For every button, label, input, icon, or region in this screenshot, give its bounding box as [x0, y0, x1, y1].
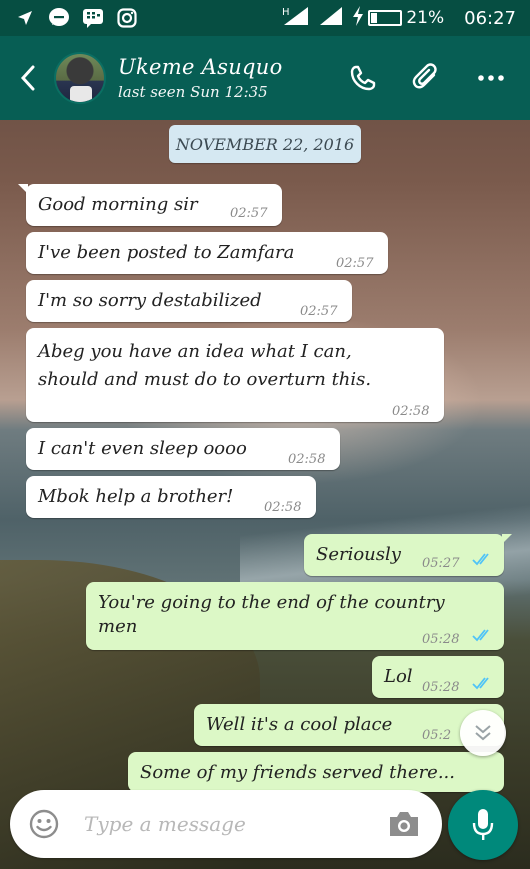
emoji-icon	[29, 809, 59, 839]
message-time: 05:2	[422, 728, 452, 743]
message-time: 02:58	[264, 500, 302, 515]
signal-icon	[318, 5, 344, 32]
message-bubble-incoming[interactable]: Mbok help a brother! 02:58	[26, 476, 316, 518]
phone-icon	[350, 65, 376, 91]
back-arrow-icon	[20, 65, 35, 91]
read-receipt-icon	[472, 629, 489, 642]
clock: 06:27	[464, 7, 516, 29]
message-time: 05:28	[422, 632, 460, 647]
back-button[interactable]	[8, 48, 48, 108]
message-text: I can't even sleep oooo	[38, 438, 247, 459]
message-text: Some of my friends served there...	[140, 762, 455, 783]
voice-record-button[interactable]	[448, 790, 518, 860]
message-text: I'm so sorry destabilized	[38, 290, 262, 311]
message-input[interactable]: Type a message	[84, 812, 386, 836]
scroll-to-bottom-button[interactable]	[460, 710, 506, 756]
message-composer: Type a message	[10, 790, 442, 858]
message-text: Seriously	[316, 544, 401, 565]
contact-name: Ukeme Asuquo	[118, 55, 283, 79]
camera-button[interactable]	[386, 806, 422, 842]
status-bar: H 21% 06:27	[0, 0, 530, 36]
bbm-icon	[82, 7, 104, 29]
notification-icons	[14, 7, 138, 29]
message-bubble-incoming[interactable]: Abeg you have an idea what I can, should…	[26, 328, 444, 422]
message-text: Mbok help a brother!	[38, 486, 234, 507]
camera-icon	[390, 812, 418, 836]
last-seen-status: last seen Sun 12:35	[118, 83, 268, 101]
network-type-label: H	[282, 7, 290, 18]
message-time: 05:28	[422, 680, 460, 695]
battery-indicator: 21%	[352, 5, 445, 31]
battery-percent: 21%	[406, 8, 445, 28]
charging-bolt-icon	[352, 5, 364, 31]
message-bubble-outgoing[interactable]: Lol 05:28	[372, 656, 504, 698]
message-time: 02:57	[300, 304, 338, 319]
message-text: You're going to the end of the country m…	[98, 592, 445, 637]
battery-icon	[368, 10, 403, 26]
message-bubble-outgoing[interactable]: Well it's a cool place 05:2	[194, 704, 504, 746]
message-bubble-incoming[interactable]: I've been posted to Zamfara 02:57	[26, 232, 388, 274]
attach-button[interactable]	[412, 63, 442, 93]
message-bubble-incoming[interactable]: I'm so sorry destabilized 02:57	[26, 280, 352, 322]
double-chevron-down-icon	[475, 725, 491, 741]
message-text: I've been posted to Zamfara	[38, 242, 295, 263]
message-bubble-outgoing[interactable]: Some of my friends served there...	[128, 752, 504, 792]
message-bubble-outgoing[interactable]: You're going to the end of the country m…	[86, 582, 504, 650]
contact-info[interactable]: Ukeme Asuquo last seen Sun 12:35	[118, 55, 283, 101]
message-time: 02:57	[336, 256, 374, 271]
message-bubble-incoming[interactable]: Good morning sir 02:57	[18, 184, 282, 226]
system-status: H 21% 06:27	[280, 5, 516, 32]
instagram-icon	[116, 7, 138, 29]
date-divider: NOVEMBER 22, 2016	[169, 125, 361, 163]
emoji-button[interactable]	[26, 806, 62, 842]
message-bubble-outgoing[interactable]: Seriously 05:27	[304, 534, 512, 576]
read-receipt-icon	[472, 677, 489, 690]
message-text: Good morning sir	[38, 194, 198, 215]
more-icon	[478, 75, 504, 81]
chat-header: Ukeme Asuquo last seen Sun 12:35	[0, 36, 530, 120]
message-time: 05:27	[422, 556, 460, 571]
read-receipt-icon	[472, 553, 489, 566]
message-bubble-incoming[interactable]: I can't even sleep oooo 02:58	[26, 428, 340, 470]
location-arrow-icon	[14, 7, 36, 29]
message-text: Well it's a cool place	[206, 714, 393, 735]
call-button[interactable]	[348, 63, 378, 93]
message-time: 02:58	[392, 404, 430, 419]
message-text: Lol	[384, 666, 413, 687]
avatar[interactable]	[54, 52, 106, 104]
microphone-icon	[472, 809, 494, 840]
attachment-icon	[412, 63, 437, 89]
h-signal-icon: H	[280, 5, 310, 32]
message-text: Abeg you have an idea what I can, should…	[38, 341, 372, 390]
message-time: 02:58	[288, 452, 326, 467]
more-options-button[interactable]	[476, 63, 506, 93]
messenger-icon	[48, 7, 70, 29]
message-time: 02:57	[230, 206, 268, 221]
